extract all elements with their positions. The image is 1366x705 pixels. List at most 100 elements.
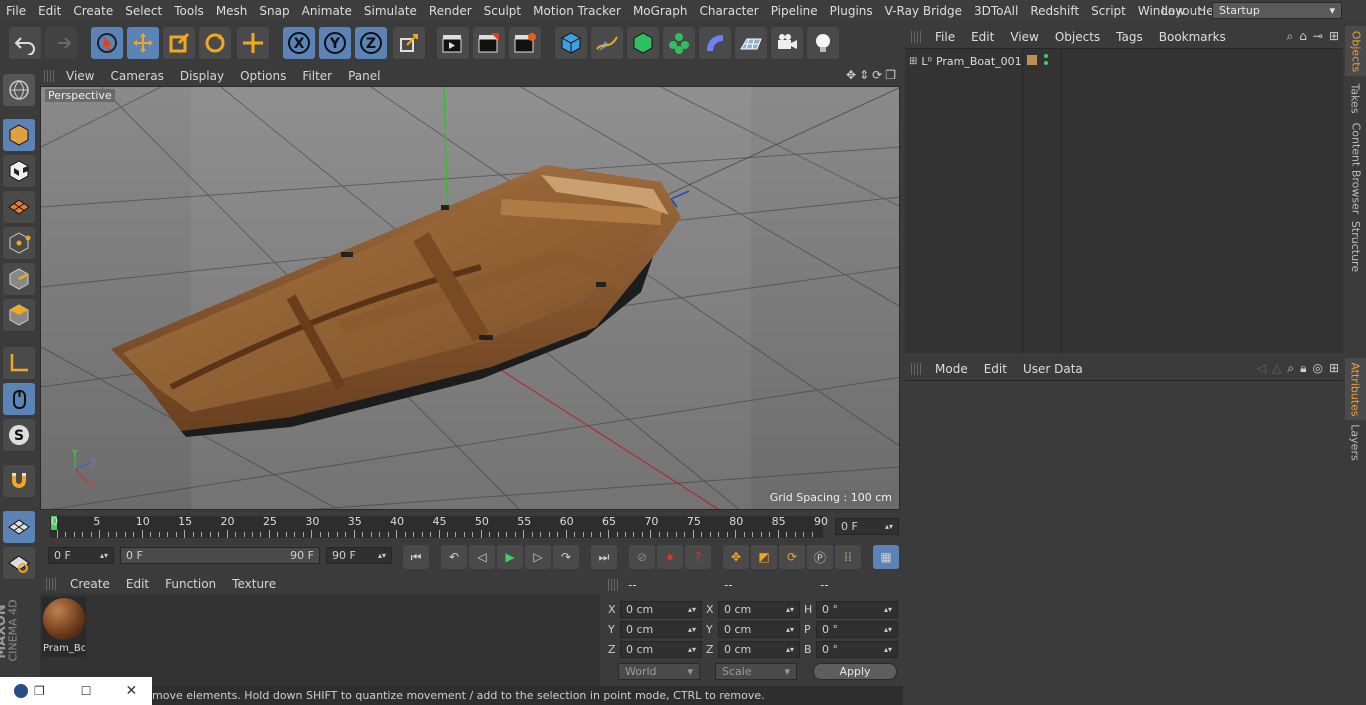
vp-menu-cameras[interactable]: Cameras bbox=[102, 69, 171, 83]
editor-visibility-dot[interactable] bbox=[1044, 54, 1048, 58]
spinner-icon[interactable]: ▴▾ bbox=[884, 625, 892, 634]
record-keys-button[interactable]: ⊘ bbox=[629, 545, 655, 569]
solo-button[interactable]: S bbox=[3, 419, 35, 451]
new-window-icon[interactable]: ⊞ bbox=[1329, 361, 1339, 376]
key-position-button[interactable]: ✥ bbox=[723, 545, 749, 569]
back-arrow-icon[interactable]: ◁ bbox=[1257, 361, 1266, 376]
spinner-icon[interactable]: ▴▾ bbox=[688, 625, 696, 634]
coordinate-system-button[interactable] bbox=[393, 27, 425, 59]
polygons-mode-button[interactable] bbox=[3, 299, 35, 331]
spinner-icon[interactable]: ▴▾ bbox=[378, 551, 386, 560]
size-mode-select[interactable]: Scale ▾ bbox=[715, 663, 797, 680]
menu-snap[interactable]: Snap bbox=[253, 4, 295, 18]
menu-3dtoall[interactable]: 3DToAll bbox=[968, 4, 1024, 18]
pos-z-field[interactable]: 0 cm ▴▾ bbox=[620, 641, 702, 658]
preview-range-slider[interactable]: 0 F 90 F bbox=[120, 547, 320, 564]
pos-x-field[interactable]: 0 cm ▴▾ bbox=[620, 601, 702, 618]
menu-create[interactable]: Create bbox=[67, 4, 119, 18]
play-button[interactable]: ▶ bbox=[497, 545, 523, 569]
render-view-button[interactable] bbox=[437, 27, 469, 59]
expand-icon[interactable]: ⊞ bbox=[909, 56, 917, 67]
obj-menu-view[interactable]: View bbox=[1002, 30, 1046, 44]
pos-y-field[interactable]: 0 cm ▴▾ bbox=[620, 621, 702, 638]
menu-plugins[interactable]: Plugins bbox=[824, 4, 879, 18]
layout-select[interactable]: Startup ▾ bbox=[1212, 2, 1342, 19]
panel-grip-icon[interactable] bbox=[44, 70, 54, 82]
coord-system-select[interactable]: World ▾ bbox=[618, 663, 700, 680]
obj-menu-file[interactable]: File bbox=[927, 30, 963, 44]
menu-tools[interactable]: Tools bbox=[168, 4, 210, 18]
tab-objects[interactable]: Objects bbox=[1345, 26, 1366, 76]
panel-grip-icon[interactable] bbox=[911, 363, 921, 375]
menu-character[interactable]: Character bbox=[693, 4, 764, 18]
spinner-icon[interactable]: ▴▾ bbox=[884, 645, 892, 654]
attr-menu-user-data[interactable]: User Data bbox=[1015, 362, 1091, 376]
timeline-ruler[interactable]: 0 5 10 15 20 25 30 35 40 45 50 55 60 65 70 75 80 85 90 0 F… bbox=[40, 512, 902, 542]
workplane-mode-button[interactable] bbox=[3, 191, 35, 223]
start-frame-field[interactable]: 0 F ▴▾ bbox=[48, 547, 114, 564]
deformer-button[interactable] bbox=[699, 27, 731, 59]
target-icon[interactable]: ◎ bbox=[1312, 361, 1322, 376]
mat-menu-texture[interactable]: Texture bbox=[224, 577, 284, 591]
cube-primitive-button[interactable] bbox=[555, 27, 587, 59]
render-picture-viewer-button[interactable] bbox=[473, 27, 505, 59]
spinner-icon[interactable]: ▴▾ bbox=[786, 625, 794, 634]
next-key-button[interactable]: ↷ bbox=[553, 545, 579, 569]
panel-grip-icon[interactable] bbox=[46, 578, 56, 590]
tab-structure[interactable]: Structure bbox=[1345, 218, 1366, 274]
menu-animate[interactable]: Animate bbox=[296, 4, 358, 18]
menu-render[interactable]: Render bbox=[423, 4, 478, 18]
key-scale-button[interactable]: ◩ bbox=[751, 545, 777, 569]
scale-tool-button[interactable] bbox=[163, 27, 195, 59]
menu-mograph[interactable]: MoGraph bbox=[627, 4, 694, 18]
lock-icon[interactable]: 🔒︎ bbox=[1300, 361, 1306, 376]
up-arrow-icon[interactable]: △ bbox=[1272, 361, 1281, 376]
go-to-start-button[interactable]: ⏮ bbox=[403, 545, 429, 569]
menu-script[interactable]: Script bbox=[1085, 4, 1132, 18]
vp-menu-options[interactable]: Options bbox=[232, 69, 294, 83]
spinner-icon[interactable]: ▴▾ bbox=[884, 605, 892, 614]
menu-edit[interactable]: Edit bbox=[32, 4, 67, 18]
tab-attributes[interactable]: Attributes bbox=[1345, 358, 1366, 420]
planar-workplane-button[interactable] bbox=[3, 547, 35, 579]
subdivision-surface-button[interactable] bbox=[627, 27, 659, 59]
menu-redshift[interactable]: Redshift bbox=[1024, 4, 1085, 18]
spinner-icon[interactable]: ▴▾ bbox=[885, 522, 893, 531]
spinner-icon[interactable]: ▴▾ bbox=[786, 645, 794, 654]
undo-button[interactable] bbox=[9, 27, 41, 59]
vp-menu-view[interactable]: View bbox=[58, 69, 102, 83]
object-name[interactable]: Pram_Boat_001 bbox=[936, 55, 1022, 68]
go-to-end-button[interactable]: ⏭ bbox=[591, 545, 617, 569]
layer-color-swatch[interactable] bbox=[1027, 55, 1037, 65]
attr-menu-mode[interactable]: Mode bbox=[927, 362, 976, 376]
tab-layers[interactable]: Layers bbox=[1345, 422, 1366, 462]
material-swatch[interactable]: Pram_Bo bbox=[42, 597, 86, 657]
previous-frame-button[interactable]: ◁ bbox=[469, 545, 495, 569]
new-window-icon[interactable]: ⊞ bbox=[1329, 29, 1339, 44]
light-object-button[interactable] bbox=[807, 27, 839, 59]
size-z-field[interactable]: 0 cm ▴▾ bbox=[718, 641, 800, 658]
mat-menu-function[interactable]: Function bbox=[157, 577, 224, 591]
orbit-icon[interactable]: ⟳ bbox=[872, 68, 882, 82]
mat-menu-create[interactable]: Create bbox=[62, 577, 118, 591]
points-mode-button[interactable] bbox=[3, 227, 35, 259]
tab-content-browser[interactable]: Content Browser bbox=[1345, 120, 1366, 216]
tab-takes[interactable]: Takes bbox=[1345, 78, 1366, 118]
end-frame-field[interactable]: 90 F ▴▾ bbox=[326, 547, 392, 564]
keyframe-selection-button[interactable]: ? bbox=[685, 545, 711, 569]
snapping-button[interactable] bbox=[3, 465, 35, 497]
autokey-button[interactable]: ⏺ bbox=[657, 545, 683, 569]
recent-tool-button[interactable] bbox=[237, 27, 269, 59]
panel-grip-icon[interactable] bbox=[608, 579, 618, 591]
obj-menu-objects[interactable]: Objects bbox=[1047, 30, 1108, 44]
vp-menu-filter[interactable]: Filter bbox=[294, 69, 340, 83]
make-editable-button[interactable] bbox=[3, 74, 35, 106]
obj-menu-edit[interactable]: Edit bbox=[963, 30, 1002, 44]
texture-mode-button[interactable] bbox=[3, 155, 35, 187]
menu-file[interactable]: File bbox=[0, 4, 32, 18]
y-axis-lock-button[interactable]: Y bbox=[319, 27, 351, 59]
rot-h-field[interactable]: 0 ° ▴▾ bbox=[816, 601, 898, 618]
rot-b-field[interactable]: 0 ° ▴▾ bbox=[816, 641, 898, 658]
menu-simulate[interactable]: Simulate bbox=[358, 4, 423, 18]
search-icon[interactable]: ⌕ bbox=[1287, 29, 1294, 44]
